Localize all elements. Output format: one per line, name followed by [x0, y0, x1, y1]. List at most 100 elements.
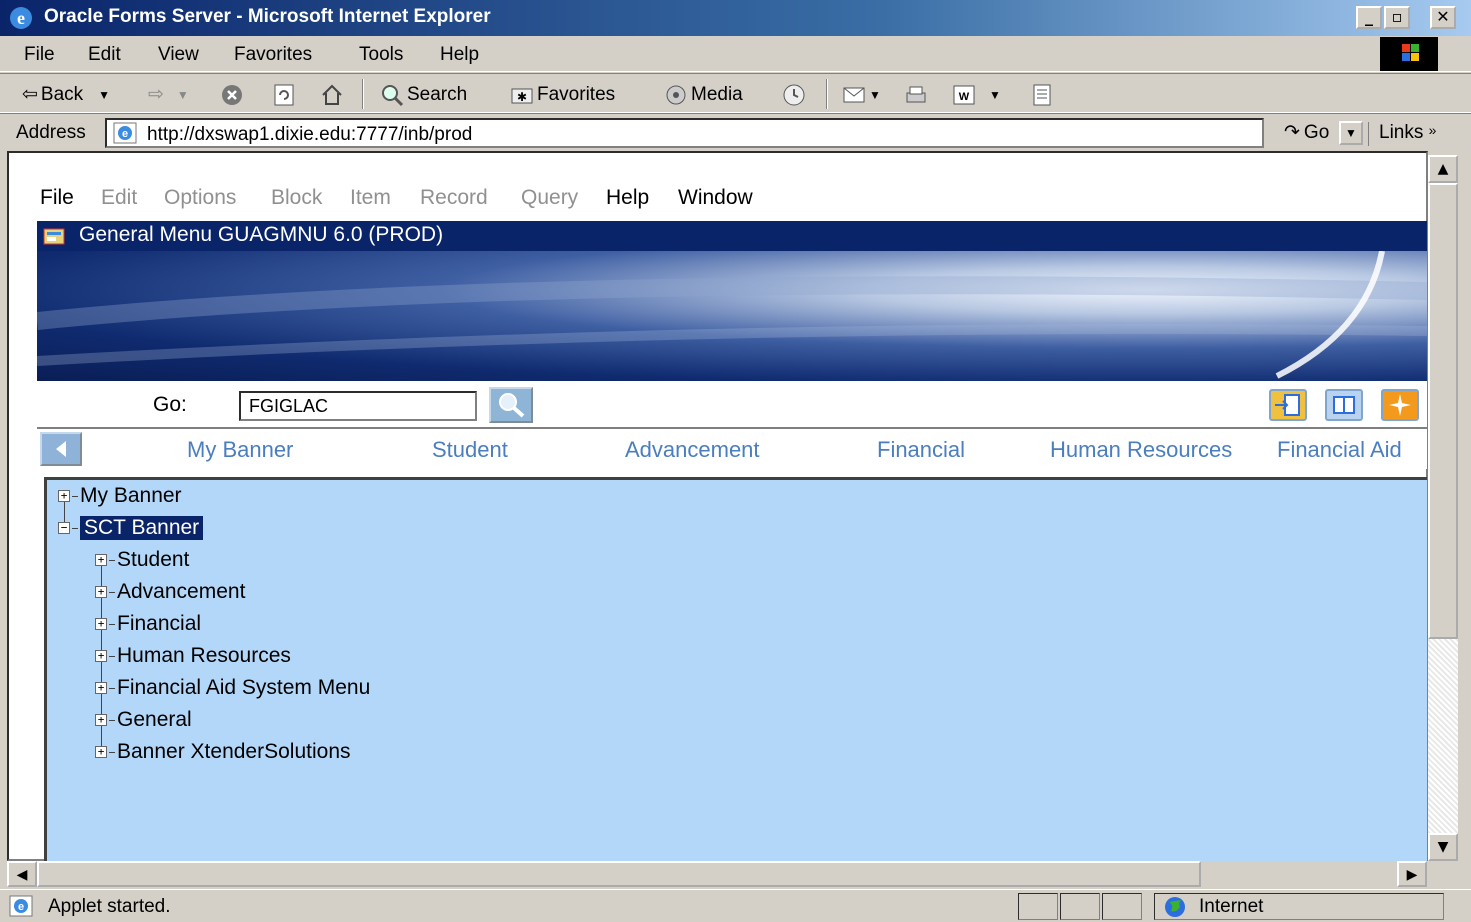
tab-student[interactable]: Student: [432, 437, 508, 463]
status-bar: e Applet started. Internet: [0, 889, 1471, 922]
menu-view[interactable]: View: [158, 44, 199, 66]
home-icon: [322, 84, 342, 105]
refresh-button[interactable]: [272, 83, 296, 107]
discuss-button[interactable]: [1030, 83, 1054, 107]
scroll-right-button[interactable]: ▶: [1397, 861, 1427, 887]
go-input[interactable]: FGIGLAC: [239, 391, 477, 421]
search-button[interactable]: Search: [380, 83, 467, 107]
print-button[interactable]: [904, 83, 928, 107]
expand-plus-icon[interactable]: +: [95, 586, 107, 598]
tree-node-general[interactable]: + General: [95, 708, 192, 732]
exit-quickflow-button[interactable]: [1269, 389, 1307, 421]
menu-tabs: My Banner Student Advancement Financial …: [37, 429, 1427, 469]
tree-node-financial-aid[interactable]: + Financial Aid System Menu: [95, 676, 370, 700]
vertical-scroll-track[interactable]: [1428, 639, 1458, 833]
tree-node-student[interactable]: + Student: [95, 548, 189, 572]
forms-menu-file[interactable]: File: [40, 186, 74, 210]
forms-menu-edit[interactable]: Edit: [101, 186, 137, 210]
scroll-left-button[interactable]: ◀: [7, 861, 37, 887]
forms-menu-block[interactable]: Block: [271, 186, 322, 210]
tree-node-financial[interactable]: + Financial: [95, 612, 201, 636]
tab-my-banner[interactable]: My Banner: [187, 437, 293, 463]
horizontal-scroll-thumb[interactable]: [37, 861, 1201, 887]
forward-button[interactable]: ⇨ ▼: [148, 83, 189, 106]
forms-menubar: File Edit Options Block Item Record Quer…: [37, 182, 1427, 216]
expand-plus-icon[interactable]: +: [95, 618, 107, 630]
chevron-down-icon[interactable]: ▼: [98, 88, 110, 102]
status-panel: [1060, 893, 1100, 920]
tree-node-my-banner[interactable]: + My Banner: [58, 484, 182, 508]
magnifier-icon: [499, 393, 525, 418]
forms-menu-query[interactable]: Query: [521, 186, 578, 210]
history-button[interactable]: [782, 83, 806, 107]
links-button[interactable]: Links »: [1368, 122, 1436, 146]
scroll-up-button[interactable]: ▲: [1428, 155, 1458, 183]
tree-node-label: Financial: [117, 612, 202, 635]
forms-menu-help[interactable]: Help: [606, 186, 649, 210]
menu-favorites[interactable]: Favorites: [234, 44, 312, 66]
forms-menu-options[interactable]: Options: [164, 186, 236, 210]
favorites-button[interactable]: ✱ Favorites: [510, 83, 615, 107]
tree-node-label: Student: [117, 548, 190, 571]
menu-help[interactable]: Help: [440, 44, 479, 66]
tree-node-label: My Banner: [80, 484, 182, 507]
vertical-scrollbar[interactable]: ▲ ▼: [1428, 153, 1458, 861]
tree-node-label: Advancement: [117, 580, 246, 603]
address-field[interactable]: e http://dxswap1.dixie.edu:7777/inb/prod…: [105, 118, 1363, 148]
tree-node-human-resources[interactable]: + Human Resources: [95, 644, 291, 668]
go-arrow-icon: ↷: [1284, 122, 1300, 143]
expand-plus-icon[interactable]: +: [58, 490, 70, 502]
vertical-scroll-thumb[interactable]: [1428, 183, 1458, 639]
forms-menu-record[interactable]: Record: [420, 186, 488, 210]
maximize-button[interactable]: ▫: [1384, 6, 1410, 29]
stop-button[interactable]: [220, 83, 244, 107]
search-label: Search: [407, 84, 468, 105]
status-text: Applet started.: [48, 896, 171, 917]
go-button[interactable]: ↷ Go: [1284, 121, 1329, 144]
book-icon: [1333, 396, 1355, 414]
minimize-button[interactable]: _: [1356, 6, 1382, 29]
globe-icon: [1165, 897, 1185, 917]
bookmark-button[interactable]: [1325, 389, 1363, 421]
window-title: Oracle Forms Server - Microsoft Internet…: [44, 6, 491, 27]
go-bar: Go: FGIGLAC: [37, 381, 1427, 429]
tab-human-resources[interactable]: Human Resources: [1050, 437, 1265, 463]
expand-plus-icon[interactable]: +: [95, 650, 107, 662]
media-button[interactable]: Media: [664, 83, 743, 107]
close-button[interactable]: ✕: [1430, 6, 1456, 29]
collapse-minus-icon[interactable]: −: [58, 522, 70, 534]
menu-tools[interactable]: Tools: [359, 44, 403, 66]
menu-edit[interactable]: Edit: [88, 44, 121, 66]
expand-plus-icon[interactable]: +: [95, 554, 107, 566]
back-button[interactable]: ⇦ Back ▼: [22, 83, 110, 106]
go-search-button[interactable]: [489, 387, 533, 423]
tab-scroll-left-button[interactable]: [40, 432, 82, 466]
edit-button[interactable]: W ▼: [952, 83, 1001, 107]
forms-menu-window[interactable]: Window: [678, 186, 753, 210]
window-title-bar[interactable]: e Oracle Forms Server - Microsoft Intern…: [0, 0, 1471, 36]
home-button[interactable]: [320, 83, 344, 107]
tab-advancement[interactable]: Advancement: [625, 437, 760, 463]
mail-button[interactable]: ▼: [842, 83, 881, 107]
address-dropdown-button[interactable]: ▼: [1339, 121, 1363, 145]
form-icon: [43, 228, 65, 245]
scroll-down-button[interactable]: ▼: [1428, 833, 1458, 861]
form-title-bar: General Menu GUAGMNU 6.0 (PROD): [37, 221, 1427, 251]
chevron-down-icon: ▼: [869, 88, 881, 102]
expand-plus-icon[interactable]: +: [95, 682, 107, 694]
horizontal-scrollbar[interactable]: ◀ ▶: [7, 861, 1428, 887]
tree-node-xtender[interactable]: + Banner XtenderSolutions: [95, 740, 351, 764]
expand-plus-icon[interactable]: +: [95, 746, 107, 758]
favorites-label: Favorites: [537, 84, 616, 105]
tab-financial[interactable]: Financial: [877, 437, 965, 463]
tab-financial-aid[interactable]: Financial Aid: [1277, 437, 1427, 463]
stop-icon: [222, 85, 242, 105]
status-zone-panel: [1154, 893, 1444, 920]
expand-plus-icon[interactable]: +: [95, 714, 107, 726]
form-title: General Menu GUAGMNU 6.0 (PROD): [79, 223, 444, 246]
release-guide-button[interactable]: [1381, 389, 1419, 421]
forms-menu-item[interactable]: Item: [350, 186, 391, 210]
tree-node-advancement[interactable]: + Advancement: [95, 580, 245, 604]
menu-file[interactable]: File: [24, 44, 55, 66]
tree-node-sct-banner[interactable]: − SCT Banner: [58, 516, 204, 540]
